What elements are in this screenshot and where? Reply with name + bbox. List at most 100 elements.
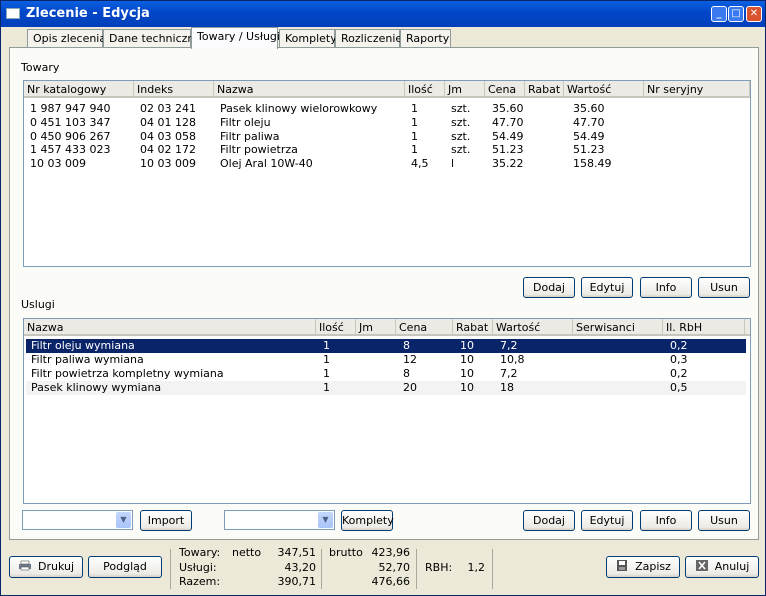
- col-ilosc[interactable]: Ilość: [316, 319, 356, 336]
- table-cell: l: [451, 157, 455, 171]
- table-cell: 8: [403, 367, 410, 380]
- towary-add-button[interactable]: Dodaj: [523, 277, 575, 298]
- col-rabat[interactable]: Rabat: [453, 319, 493, 336]
- minimize-button[interactable]: _: [711, 6, 727, 22]
- razem-netto-value: 390,71: [277, 575, 317, 588]
- table-cell: 8: [403, 339, 410, 352]
- preview-button[interactable]: Podgląd: [88, 556, 162, 578]
- table-cell: szt.: [451, 102, 471, 115]
- col-jm[interactable]: Jm: [445, 81, 485, 98]
- uslugi-delete-button[interactable]: Usun: [698, 510, 750, 531]
- table-cell: 1: [323, 367, 330, 380]
- komplety-combo[interactable]: ▼: [224, 510, 335, 530]
- import-button[interactable]: Import: [140, 510, 192, 531]
- col-wartosc[interactable]: Wartość: [564, 81, 644, 98]
- col-cena[interactable]: Cena: [485, 81, 525, 98]
- towary-row[interactable]: 1 987 947 940 02 03 241 Pasek klinowy wiel…: [26, 102, 748, 116]
- table-cell: 0,5: [670, 381, 688, 394]
- col-nazwa[interactable]: Nazwa: [214, 81, 405, 98]
- table-cell: 18: [500, 381, 514, 394]
- footer-bar: Drukuj Podgląd Towary: netto 347,51 brut…: [1, 544, 765, 596]
- table-cell: 7,2: [500, 339, 518, 352]
- uslugi-row[interactable]: Pasek klinowy wymiana 1 20 10 18 0,5: [26, 381, 746, 395]
- towary-brutto-value: 423,96: [371, 546, 411, 559]
- save-label: Zapisz: [635, 560, 671, 573]
- col-nr-katalogowy[interactable]: Nr katalogowy: [24, 81, 134, 98]
- table-cell: [648, 102, 650, 116]
- table-cell: 35.60: [573, 102, 605, 115]
- print-button[interactable]: Drukuj: [9, 556, 83, 578]
- rbh-label: RBH:: [425, 561, 453, 574]
- col-jm[interactable]: Jm: [356, 319, 396, 336]
- towary-edit-button[interactable]: Edytuj: [581, 277, 633, 298]
- col-il-rbh[interactable]: Il. RbH: [663, 319, 745, 336]
- towary-row[interactable]: 0 450 906 267 04 03 058 Filtr paliwa 1 szt. 5…: [26, 130, 748, 144]
- divider: [321, 549, 322, 589]
- uslugi-list[interactable]: Nazwa Ilość Jm Cena Rabat Wartość Serwis…: [23, 318, 751, 504]
- tab-komplety[interactable]: Komplety: [279, 29, 337, 48]
- table-cell: [578, 339, 580, 353]
- col-nr-seryjny[interactable]: Nr seryjny: [644, 81, 750, 98]
- uslugi-row[interactable]: Filtr powietrza kompletny wymiana 1 8 10 7,2…: [26, 367, 746, 381]
- table-cell: 1 457 433 023: [30, 143, 111, 157]
- towary-header: Nr katalogowy Indeks Nazwa Ilość Jm Cena…: [24, 81, 750, 98]
- table-cell: [530, 102, 532, 116]
- tab-dane-techniczne[interactable]: Dane techniczne: [103, 29, 201, 48]
- cancel-icon: [695, 560, 708, 571]
- uslugi-edit-button[interactable]: Edytuj: [581, 510, 633, 531]
- cancel-label: Anuluj: [714, 560, 750, 573]
- table-cell: [578, 353, 580, 367]
- cancel-button[interactable]: Anuluj: [685, 556, 759, 578]
- table-cell: 0,2: [670, 339, 688, 352]
- towary-row[interactable]: 10 03 009 10 03 009 Olej Aral 10W-40 4,5 l 35…: [26, 157, 748, 171]
- col-indeks[interactable]: Indeks: [134, 81, 214, 98]
- import-combo[interactable]: ▼: [22, 510, 133, 530]
- chevron-down-icon[interactable]: ▼: [116, 512, 131, 528]
- close-button[interactable]: ✕: [746, 6, 762, 22]
- netto-label: netto: [232, 546, 262, 559]
- table-cell: 04 03 058: [140, 129, 196, 143]
- table-cell: Filtr powietrza: [220, 143, 298, 157]
- col-wartosc[interactable]: Wartość: [493, 319, 573, 336]
- table-cell: 0 450 906 267: [30, 129, 111, 143]
- uslugi-row[interactable]: Filtr paliwa wymiana 1 12 10 10,8 0,3: [26, 353, 746, 367]
- table-cell: 12: [403, 353, 417, 366]
- uslugi-row[interactable]: Filtr oleju wymiana 1 8 10 7,2 0,2: [26, 339, 746, 353]
- col-rabat[interactable]: Rabat: [525, 81, 564, 98]
- maximize-button[interactable]: □: [728, 6, 744, 22]
- table-cell: 54.49: [573, 129, 605, 143]
- tab-rozliczenie[interactable]: Rozliczenie: [335, 29, 402, 48]
- col-nazwa[interactable]: Nazwa: [24, 319, 316, 336]
- towary-row[interactable]: 0 451 103 347 04 01 128 Filtr oleju 1 szt. 47…: [26, 116, 748, 130]
- uslugi-add-button[interactable]: Dodaj: [523, 510, 575, 531]
- towary-info-button[interactable]: Info: [640, 277, 692, 298]
- table-cell: 0,3: [670, 353, 688, 366]
- title-bar[interactable]: Zlecenie - Edycja _ □ ✕: [1, 1, 765, 27]
- tab-raporty[interactable]: Raporty: [400, 29, 451, 48]
- table-cell: 1: [411, 143, 418, 157]
- divider: [416, 549, 417, 589]
- col-serwisanci[interactable]: Serwisanci: [573, 319, 663, 336]
- col-ilosc[interactable]: Ilość: [405, 81, 445, 98]
- towary-row[interactable]: 1 457 433 023 04 02 172 Filtr powietrza 1 sz…: [26, 143, 748, 157]
- towary-total-label: Towary:: [179, 546, 221, 559]
- chevron-down-icon[interactable]: ▼: [318, 512, 333, 528]
- komplety-button[interactable]: Komplety: [341, 510, 394, 531]
- uslugi-info-button[interactable]: Info: [640, 510, 692, 531]
- table-cell: Filtr oleju wymiana: [31, 339, 135, 352]
- main-window: Zlecenie - Edycja _ □ ✕ Opis zlecenia Da…: [0, 0, 766, 596]
- table-cell: 47.70: [573, 115, 605, 129]
- save-button[interactable]: Zapisz: [606, 556, 680, 578]
- tab-towary-uslugi[interactable]: Towary / Usługi: [191, 27, 280, 49]
- table-cell: Pasek klinowy wymiana: [31, 381, 162, 394]
- table-cell: 10 03 009: [30, 157, 86, 171]
- towary-list[interactable]: Nr katalogowy Indeks Nazwa Ilość Jm Cena…: [23, 80, 751, 267]
- table-cell: 20: [403, 381, 417, 394]
- tab-opis-zlecenia[interactable]: Opis zlecenia: [27, 29, 106, 48]
- table-cell: [530, 116, 532, 130]
- towary-delete-button[interactable]: Usun: [698, 277, 750, 298]
- table-cell: 7,2: [500, 367, 518, 380]
- col-cena[interactable]: Cena: [396, 319, 453, 336]
- table-cell: [530, 157, 532, 171]
- razem-brutto-value: 476,66: [371, 575, 411, 588]
